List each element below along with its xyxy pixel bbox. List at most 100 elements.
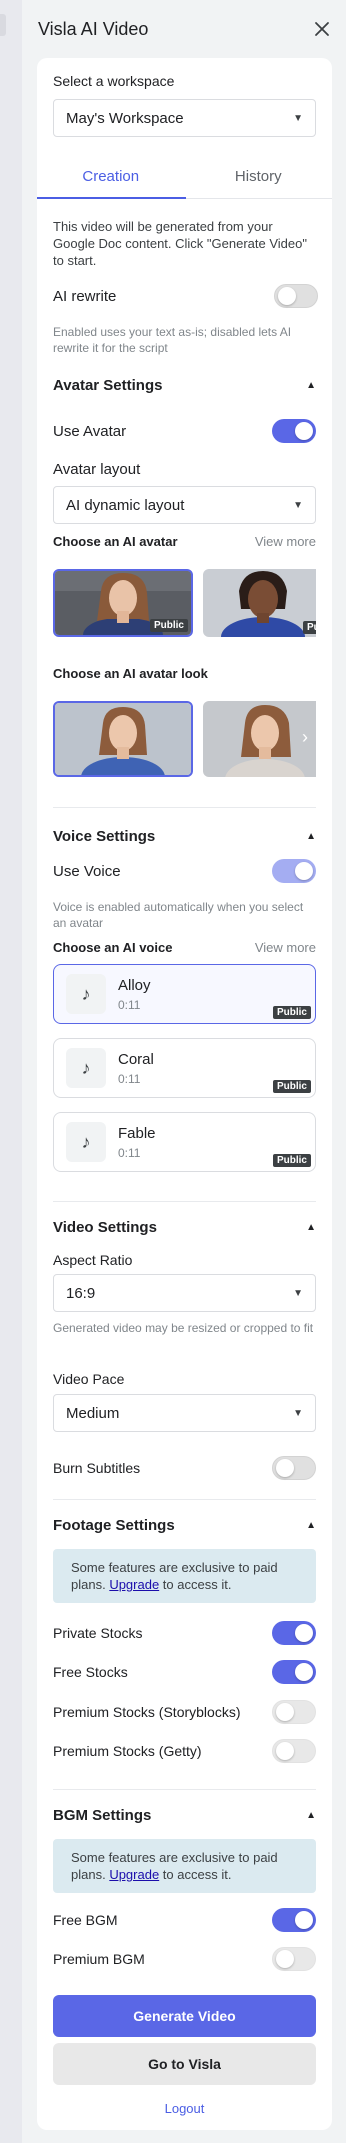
ai-rewrite-row: AI rewrite <box>53 284 318 308</box>
use-avatar-toggle[interactable] <box>272 419 316 443</box>
toggle-knob <box>295 422 313 440</box>
toggle-knob <box>276 1459 294 1477</box>
voice-name: Coral <box>118 1051 154 1068</box>
use-voice-help: Voice is enabled automatically when you … <box>53 900 304 930</box>
video-pace-label: Video Pace <box>53 1371 125 1387</box>
voice-duration: 0:11 <box>118 1072 141 1086</box>
voice-card-coral[interactable]: ♪ Coral 0:11 Public <box>53 1038 316 1098</box>
video-pace-select[interactable]: Medium ▼ <box>53 1394 316 1432</box>
premium-getty-toggle[interactable] <box>272 1739 316 1763</box>
logout-link[interactable]: Logout <box>53 2101 316 2116</box>
workspace-value: May's Workspace <box>66 109 184 127</box>
choose-look-label: Choose an AI avatar look <box>53 666 208 681</box>
upgrade-link[interactable]: Upgrade <box>109 1577 159 1592</box>
toggle-knob <box>278 287 296 305</box>
avatar-settings-header[interactable]: Avatar Settings ▲ <box>53 377 316 394</box>
avatar-thumb-1[interactable]: Public <box>53 569 193 637</box>
avatar-look-image <box>55 703 191 775</box>
toggle-knob <box>276 1742 294 1760</box>
choose-avatar-label: Choose an AI avatar <box>53 534 178 549</box>
bgm-settings-header[interactable]: BGM Settings ▲ <box>53 1807 316 1824</box>
avatar-layout-value: AI dynamic layout <box>66 496 185 514</box>
section-divider <box>53 1499 316 1500</box>
workspace-label: Select a workspace <box>53 73 175 89</box>
toggle-knob <box>276 1950 294 1968</box>
avatar-carousel: Public Pu <box>53 569 316 637</box>
collapse-triangle-icon: ▲ <box>306 1222 316 1233</box>
caret-down-icon: ▼ <box>293 499 303 511</box>
panel-header: Visla AI Video <box>22 0 346 58</box>
avatar-look-2[interactable]: › <box>203 701 316 777</box>
avatar-look-1[interactable] <box>53 701 193 777</box>
public-badge: Public <box>272 1080 311 1093</box>
aspect-ratio-select[interactable]: 16:9 ▼ <box>53 1274 316 1312</box>
avatar-view-more-link[interactable]: View more <box>255 534 316 549</box>
go-to-visla-button[interactable]: Go to Visla <box>53 2043 316 2085</box>
free-bgm-toggle[interactable] <box>272 1908 316 1932</box>
free-stocks-row: Free Stocks <box>53 1660 316 1684</box>
free-bgm-row: Free BGM <box>53 1908 316 1932</box>
premium-storyblocks-label: Premium Stocks (Storyblocks) <box>53 1704 241 1720</box>
tab-creation[interactable]: Creation <box>37 155 185 198</box>
aspect-ratio-help: Generated video may be resized or croppe… <box>53 1321 314 1335</box>
caret-down-icon: ▼ <box>293 1407 303 1419</box>
music-note-icon: ♪ <box>66 1122 106 1162</box>
notice-text: to access it. <box>159 1867 232 1882</box>
settings-card: Select a workspace May's Workspace ▼ Cre… <box>37 58 332 2130</box>
use-avatar-row: Use Avatar <box>53 419 316 443</box>
video-pace-value: Medium <box>66 1404 120 1422</box>
avatar-portrait-image <box>203 569 316 637</box>
aspect-ratio-value: 16:9 <box>66 1284 96 1302</box>
premium-getty-row: Premium Stocks (Getty) <box>53 1739 316 1763</box>
ai-rewrite-help: Enabled uses your text as-is; disabled l… <box>53 325 292 355</box>
toggle-knob <box>276 1703 294 1721</box>
collapse-triangle-icon: ▲ <box>306 831 316 842</box>
close-button[interactable] <box>310 17 334 41</box>
use-voice-row: Use Voice <box>53 859 316 883</box>
public-badge: Pu <box>303 621 316 634</box>
premium-storyblocks-toggle[interactable] <box>272 1700 316 1724</box>
tab-history[interactable]: History <box>185 155 333 198</box>
avatar-look-carousel: › <box>53 701 316 777</box>
carousel-next-icon[interactable]: › <box>302 727 308 748</box>
burn-subtitles-label: Burn Subtitles <box>53 1460 141 1476</box>
burn-subtitles-row: Burn Subtitles <box>53 1456 316 1480</box>
use-voice-toggle[interactable] <box>272 859 316 883</box>
public-badge: Public <box>149 619 188 632</box>
collapse-triangle-icon: ▲ <box>306 1520 316 1531</box>
private-stocks-toggle[interactable] <box>272 1621 316 1645</box>
voice-view-more-link[interactable]: View more <box>255 940 316 955</box>
caret-down-icon: ▼ <box>293 112 303 124</box>
avatar-layout-select[interactable]: AI dynamic layout ▼ <box>53 486 316 524</box>
generate-video-button[interactable]: Generate Video <box>53 1995 316 2037</box>
toggle-knob <box>295 1624 313 1642</box>
footage-settings-header[interactable]: Footage Settings ▲ <box>53 1517 316 1534</box>
voice-name: Alloy <box>118 977 151 994</box>
avatar-thumb-2[interactable]: Pu <box>203 569 316 637</box>
bgm-upgrade-notice: Some features are exclusive to paid plan… <box>53 1839 316 1893</box>
voice-settings-title: Voice Settings <box>53 828 156 845</box>
collapse-triangle-icon: ▲ <box>306 1810 316 1821</box>
burn-subtitles-toggle[interactable] <box>272 1456 316 1480</box>
toggle-knob <box>295 1911 313 1929</box>
notice-text: to access it. <box>159 1577 232 1592</box>
strip-handle <box>0 14 6 36</box>
workspace-select[interactable]: May's Workspace ▼ <box>53 99 316 137</box>
voice-card-fable[interactable]: ♪ Fable 0:11 Public <box>53 1112 316 1172</box>
footage-settings-title: Footage Settings <box>53 1517 175 1534</box>
video-settings-header[interactable]: Video Settings ▲ <box>53 1219 316 1236</box>
toggle-knob <box>295 1663 313 1681</box>
aspect-ratio-label: Aspect Ratio <box>53 1252 133 1268</box>
premium-getty-label: Premium Stocks (Getty) <box>53 1743 202 1759</box>
voice-card-alloy[interactable]: ♪ Alloy 0:11 Public <box>53 964 316 1024</box>
premium-bgm-toggle[interactable] <box>272 1947 316 1971</box>
upgrade-link[interactable]: Upgrade <box>109 1867 159 1882</box>
close-icon <box>315 22 329 36</box>
voice-settings-header[interactable]: Voice Settings ▲ <box>53 828 316 845</box>
avatar-settings-title: Avatar Settings <box>53 377 163 394</box>
music-note-icon: ♪ <box>66 1048 106 1088</box>
ai-rewrite-toggle[interactable] <box>274 284 318 308</box>
free-stocks-toggle[interactable] <box>272 1660 316 1684</box>
bgm-settings-title: BGM Settings <box>53 1807 152 1824</box>
choose-avatar-row: Choose an AI avatar View more <box>53 534 316 549</box>
